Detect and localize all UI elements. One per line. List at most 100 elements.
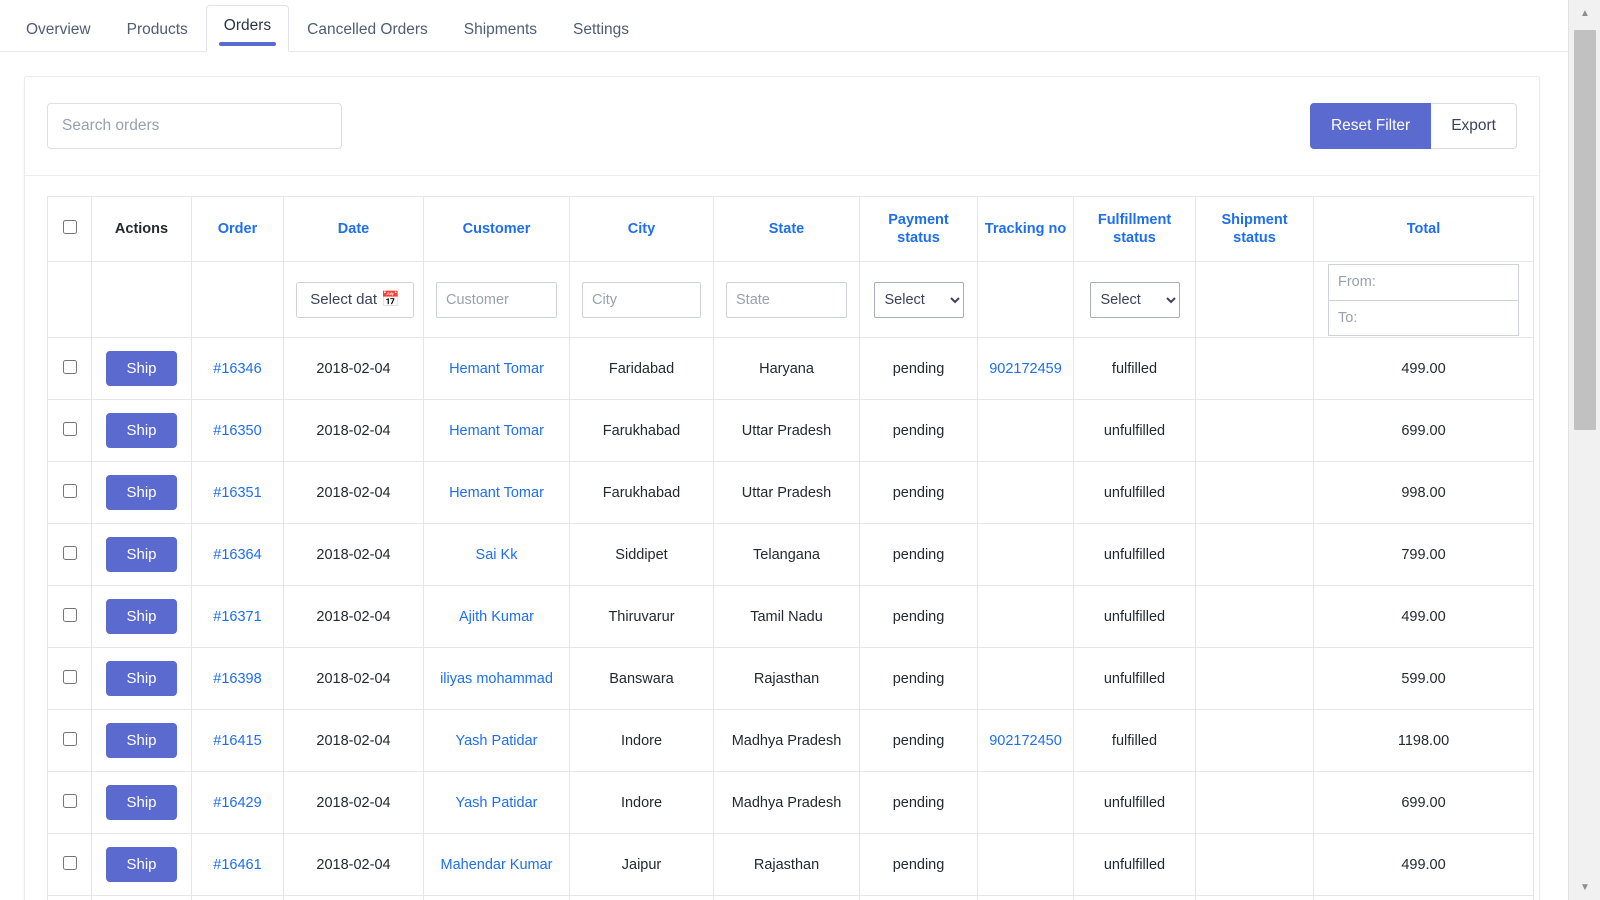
tab-orders[interactable]: Orders [205,4,290,52]
payment-status-filter-select[interactable]: Select [873,281,964,318]
header-customer[interactable]: Customer [423,195,570,263]
customer-link[interactable]: Hemant Tomar [449,423,544,439]
customer-link[interactable]: Hemant Tomar [449,361,544,377]
tab-cancelled-orders[interactable]: Cancelled Orders [289,11,446,53]
header-state[interactable]: State [713,195,860,263]
row-order-cell: #16461 [191,833,284,897]
row-fulfillment-status-cell: unfulfilled [1073,461,1196,525]
row-actions-cell: Ship [91,461,192,525]
customer-link[interactable]: Yash Patidar [456,795,538,811]
row-checkbox[interactable] [62,669,77,684]
ship-button[interactable]: Ship [106,475,177,511]
table-row[interactable]: Ship #16346 2018-02-04 Hemant Tomar Fari… [47,337,1534,401]
export-button[interactable]: Export [1431,103,1517,149]
search-input[interactable] [47,103,342,149]
scrollbar-thumb[interactable] [1574,30,1596,430]
row-fulfillment-status-cell: fulfilled [1073,709,1196,773]
row-shipment-status-cell [1195,461,1314,525]
customer-link[interactable]: Mahendar Kumar [440,857,552,873]
order-link[interactable]: #16398 [213,671,261,687]
customer-link[interactable]: iliyas mohammad [440,671,553,687]
header-fulfillment-status[interactable]: Fulfillment status [1073,195,1196,263]
header-order[interactable]: Order [191,195,284,263]
table-row[interactable]: Ship #16371 2018-02-04 Ajith Kumar Thiru… [47,585,1534,649]
table-row[interactable]: Ship #16398 2018-02-04 iliyas mohammad B… [47,647,1534,711]
header-tracking-no[interactable]: Tracking no [977,195,1074,263]
row-select-cell [47,771,92,835]
tab-products[interactable]: Products [109,11,206,53]
header-city[interactable]: City [569,195,714,263]
table-row[interactable]: Ship #16415 2018-02-04 Yash Patidar Indo… [47,709,1534,773]
ship-button[interactable]: Ship [106,537,177,573]
filter-cell-fulfillment: Select [1073,261,1196,339]
row-fulfillment-status-cell: unfulfilled [1073,399,1196,463]
scroll-up-arrow-icon[interactable]: ▲ [1569,0,1600,26]
tab-settings[interactable]: Settings [555,11,647,53]
header-payment-status[interactable]: Payment status [859,195,978,263]
row-checkbox[interactable] [62,731,77,746]
table-row[interactable]: Ship #16429 2018-02-04 Yash Patidar Indo… [47,771,1534,835]
tab-overview[interactable]: Overview [8,11,109,53]
reset-filter-button[interactable]: Reset Filter [1309,103,1432,149]
table-row[interactable]: Ship #16351 2018-02-04 Hemant Tomar Faru… [47,461,1534,525]
row-state-cell: Tamil Nadu [713,585,860,649]
row-checkbox[interactable] [62,545,77,560]
customer-link[interactable]: Hemant Tomar [449,485,544,501]
table-row[interactable]: Ship [47,895,1534,900]
ship-button[interactable]: Ship [106,785,177,821]
customer-link[interactable]: Yash Patidar [456,733,538,749]
ship-button[interactable]: Ship [106,847,177,883]
customer-link[interactable]: Sai Kk [476,547,518,563]
row-customer-cell: Hemant Tomar [423,337,570,401]
order-link[interactable]: #16371 [213,609,261,625]
row-checkbox[interactable] [62,855,77,870]
ship-button[interactable]: Ship [106,661,177,697]
row-checkbox[interactable] [62,483,77,498]
order-link[interactable]: #16364 [213,547,261,563]
row-shipment-status-cell [1195,523,1314,587]
order-link[interactable]: #16351 [213,485,261,501]
row-checkbox[interactable] [62,359,77,374]
customer-link[interactable]: Ajith Kumar [459,609,534,625]
row-total-cell: 599.00 [1313,647,1534,711]
ship-button[interactable]: Ship [106,723,177,759]
order-link[interactable]: #16350 [213,423,261,439]
row-total-cell: 998.00 [1313,461,1534,525]
row-actions-cell: Ship [91,337,192,401]
city-filter-input[interactable] [582,281,701,318]
total-from-input[interactable] [1328,263,1519,300]
row-city-cell: Thiruvarur [569,585,714,649]
select-all-checkbox[interactable] [62,219,77,234]
ship-button[interactable]: Ship [106,413,177,449]
header-total[interactable]: Total [1313,195,1534,263]
page-scrollbar[interactable]: ▲ ▼ [1568,0,1600,900]
tab-shipments[interactable]: Shipments [446,11,555,53]
header-date[interactable]: Date [283,195,424,263]
ship-button[interactable]: Ship [106,351,177,387]
row-payment-status-cell: pending [859,647,978,711]
row-select-cell [47,833,92,897]
table-row[interactable]: Ship #16461 2018-02-04 Mahendar Kumar Ja… [47,833,1534,897]
table-row[interactable]: Ship #16350 2018-02-04 Hemant Tomar Faru… [47,399,1534,463]
table-head: Actions Order Date Customer City State P… [47,195,1534,263]
customer-filter-input[interactable] [436,281,557,318]
header-shipment-status[interactable]: Shipment status [1195,195,1314,263]
scroll-down-arrow-icon[interactable]: ▼ [1569,874,1600,900]
row-checkbox[interactable] [62,607,77,622]
row-checkbox[interactable] [62,421,77,436]
date-filter-button[interactable]: Select dat 📅 [296,281,414,318]
order-link[interactable]: #16429 [213,795,261,811]
table-row[interactable]: Ship #16364 2018-02-04 Sai Kk Siddipet T… [47,523,1534,587]
row-checkbox[interactable] [62,793,77,808]
tracking-link[interactable]: 902172450 [989,733,1062,749]
filter-cell-customer [423,261,570,339]
fulfillment-status-filter-select[interactable]: Select [1089,281,1180,318]
ship-button[interactable]: Ship [106,599,177,635]
order-link[interactable]: #16346 [213,361,261,377]
state-filter-input[interactable] [726,281,847,318]
tracking-link[interactable]: 902172459 [989,361,1062,377]
order-link[interactable]: #16415 [213,733,261,749]
total-to-input[interactable] [1328,299,1519,336]
order-link[interactable]: #16461 [213,857,261,873]
row-city-cell: Banswara [569,647,714,711]
